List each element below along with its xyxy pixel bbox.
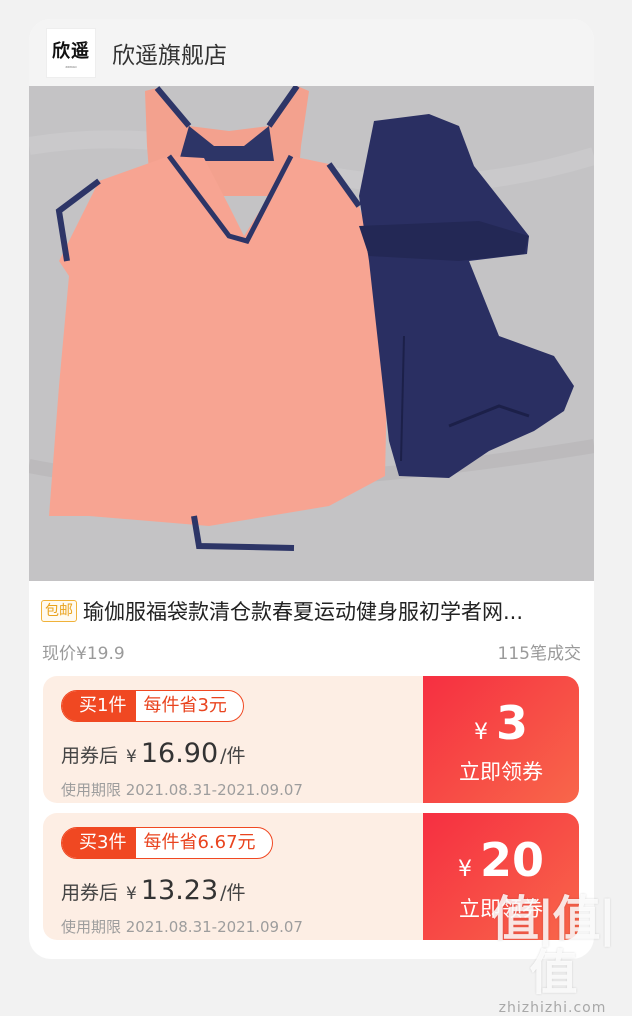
shop-logo-subtext: XINYAO — [65, 64, 77, 69]
shop-header[interactable]: 欣遥 XINYAO 欣遥旗舰店 — [29, 19, 594, 86]
product-title-row[interactable]: 包邮 瑜伽服福袋款清仓款春夏运动健身服初学者网... — [41, 595, 586, 627]
after-price-value: 16.90 — [140, 738, 219, 769]
coupon-period: 使用期限 2021.08.31-2021.09.07 — [61, 781, 303, 799]
coupon-value: ¥ 20 — [423, 833, 579, 887]
watermark: 值|值|值 zhizhizhi.com — [480, 892, 625, 1016]
sales-count: 115笔成交 — [497, 643, 581, 664]
shop-logo-text: 欣遥 — [52, 40, 90, 62]
coupon-quantity: 买1件 — [62, 691, 137, 721]
after-label: 用券后 — [61, 745, 119, 767]
coupon-value-amount: 3 — [495, 696, 528, 750]
shop-logo: 欣遥 XINYAO — [46, 27, 96, 78]
currency-symbol: ¥ — [126, 884, 137, 904]
product-image[interactable] — [29, 86, 594, 581]
shop-name[interactable]: 欣遥旗舰店 — [112, 36, 227, 70]
coupon-quantity: 买3件 — [62, 828, 137, 858]
price-row: 现价¥19.9 115笔成交 — [42, 637, 581, 665]
currency-symbol: ¥ — [126, 747, 137, 767]
coupon-card[interactable]: 买1件 每件省3元 用券后 ¥ 16.90 /件 使用期限 2021.08.31… — [43, 676, 579, 803]
watermark-url: zhizhizhi.com — [498, 1000, 607, 1016]
coupon-after-price: 用券后 ¥ 16.90 /件 — [61, 738, 246, 769]
after-price-value: 13.23 — [140, 875, 219, 906]
current-price: 现价¥19.9 — [42, 643, 125, 664]
coupon-saving: 每件省6.67元 — [143, 832, 256, 853]
free-shipping-badge: 包邮 — [41, 600, 77, 622]
coupon-value: ¥ 3 — [423, 696, 579, 750]
coupon-quantity-tag: 买1件 每件省3元 — [61, 690, 244, 722]
coupon-value-currency: ¥ — [473, 720, 488, 745]
coupon-quantity-tag: 买3件 每件省6.67元 — [61, 827, 273, 859]
price-unit: /件 — [220, 745, 246, 767]
product-title[interactable]: 瑜伽服福袋款清仓款春夏运动健身服初学者网... — [83, 596, 523, 626]
claim-coupon-button[interactable]: ¥ 3 立即领券 — [418, 676, 579, 803]
claim-coupon-label[interactable]: 立即领券 — [423, 756, 579, 786]
coupon-saving: 每件省3元 — [143, 695, 227, 716]
coupon-value-currency: ¥ — [457, 857, 472, 882]
after-label: 用券后 — [61, 882, 119, 904]
coupon-after-price: 用券后 ¥ 13.23 /件 — [61, 875, 246, 906]
product-photo — [29, 86, 594, 581]
coupon-period: 使用期限 2021.08.31-2021.09.07 — [61, 918, 303, 936]
product-card[interactable]: 欣遥 XINYAO 欣遥旗舰店 包邮 瑜伽服福袋款清仓款春夏运动健身服初学者网.… — [29, 19, 594, 959]
watermark-logo: 值|值|值 — [490, 891, 616, 1001]
coupon-value-amount: 20 — [479, 833, 544, 887]
price-unit: /件 — [220, 882, 246, 904]
